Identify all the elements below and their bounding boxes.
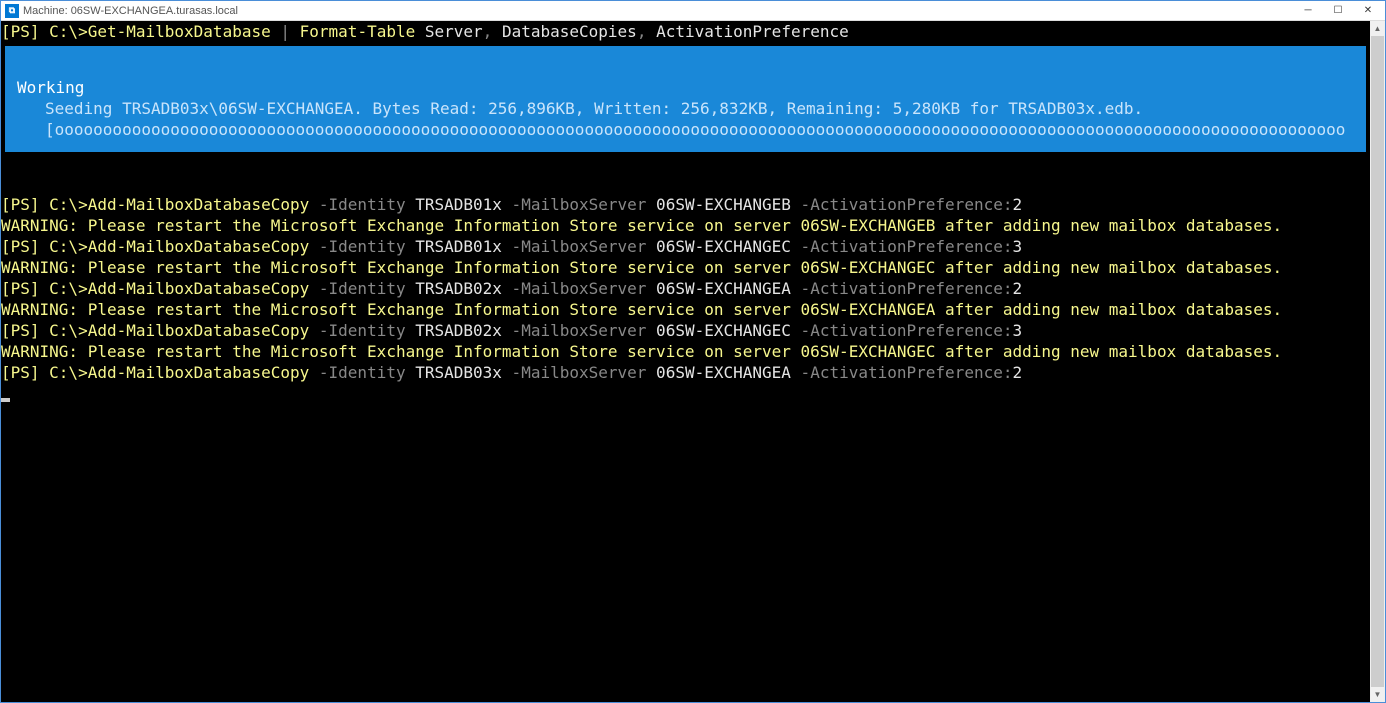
cmdlet: Add-MailboxDatabaseCopy — [88, 237, 310, 256]
progress-title: Working — [17, 77, 1354, 98]
cmd-arg: Server — [415, 22, 482, 41]
ps-prompt: [PS] C:\> — [1, 237, 88, 256]
param: -Identity — [309, 321, 405, 340]
param-value: 2 — [1012, 279, 1022, 298]
param-value: 3 — [1012, 321, 1022, 340]
cmdlet: Add-MailboxDatabaseCopy — [88, 279, 310, 298]
param-value: 06SW-EXCHANGEA — [646, 279, 791, 298]
cmdlet: Add-MailboxDatabaseCopy — [88, 321, 310, 340]
param-value: 2 — [1012, 195, 1022, 214]
scroll-track[interactable] — [1370, 36, 1385, 687]
cmdlet: Add-MailboxDatabaseCopy — [88, 363, 310, 382]
window-title: Machine: 06SW-EXCHANGEA.turasas.local — [23, 5, 1293, 17]
param: -MailboxServer — [502, 363, 647, 382]
ps-prompt: [PS] C:\> — [1, 195, 88, 214]
param-value: 06SW-EXCHANGEC — [646, 237, 791, 256]
cmdlet: Format-Table — [300, 22, 416, 41]
warning-line: WARNING: Please restart the Microsoft Ex… — [1, 342, 1282, 361]
minimize-button[interactable]: ─ — [1293, 2, 1323, 20]
vertical-scrollbar[interactable]: ▲ ▼ — [1370, 21, 1385, 702]
param: -Identity — [309, 279, 405, 298]
maximize-button[interactable]: ☐ — [1323, 2, 1353, 20]
param-value: 2 — [1012, 363, 1022, 382]
progress-panel: WorkingSeeding TRSADB03x\06SW-EXCHANGEA.… — [5, 46, 1366, 152]
powershell-console[interactable]: [PS] C:\>Get-MailboxDatabase | Format-Ta… — [1, 21, 1370, 702]
param: -ActivationPreference: — [791, 363, 1013, 382]
warning-line: WARNING: Please restart the Microsoft Ex… — [1, 258, 1282, 277]
param: -Identity — [309, 363, 405, 382]
param: -ActivationPreference: — [791, 195, 1013, 214]
param-value: TRSADB02x — [406, 279, 502, 298]
console-container: [PS] C:\>Get-MailboxDatabase | Format-Ta… — [1, 21, 1385, 702]
ps-prompt: [PS] C:\> — [1, 22, 88, 41]
cursor — [1, 398, 10, 402]
warning-line: WARNING: Please restart the Microsoft Ex… — [1, 300, 1282, 319]
param: -MailboxServer — [502, 279, 647, 298]
cmd-arg: ActivationPreference — [646, 22, 848, 41]
warning-line: WARNING: Please restart the Microsoft Ex… — [1, 216, 1282, 235]
scroll-up-arrow[interactable]: ▲ — [1370, 21, 1385, 36]
param-value: 06SW-EXCHANGEC — [646, 321, 791, 340]
param-value: 06SW-EXCHANGEB — [646, 195, 791, 214]
progress-status: Seeding TRSADB03x\06SW-EXCHANGEA. Bytes … — [17, 98, 1354, 119]
scroll-thumb[interactable] — [1371, 36, 1384, 687]
param-value: TRSADB01x — [406, 237, 502, 256]
param: -ActivationPreference: — [791, 279, 1013, 298]
param-value: 06SW-EXCHANGEA — [646, 363, 791, 382]
cmd-arg: DatabaseCopies — [492, 22, 637, 41]
pipe: | — [271, 22, 300, 41]
ps-prompt: [PS] C:\> — [1, 363, 88, 382]
param: -MailboxServer — [502, 237, 647, 256]
param-value: TRSADB01x — [406, 195, 502, 214]
param: -ActivationPreference: — [791, 321, 1013, 340]
progress-bar: [ooooooooooooooooooooooooooooooooooooooo… — [17, 119, 1354, 140]
cmdlet: Get-MailboxDatabase — [88, 22, 271, 41]
scroll-down-arrow[interactable]: ▼ — [1370, 687, 1385, 702]
ps-prompt: [PS] C:\> — [1, 279, 88, 298]
command-output: [PS] C:\>Add-MailboxDatabaseCopy -Identi… — [1, 194, 1370, 383]
app-icon: ⧉ — [5, 4, 19, 18]
param: -Identity — [309, 237, 405, 256]
param: -MailboxServer — [502, 195, 647, 214]
cmdlet: Add-MailboxDatabaseCopy — [88, 195, 310, 214]
param-value: TRSADB03x — [406, 363, 502, 382]
param: -Identity — [309, 195, 405, 214]
param-value: TRSADB02x — [406, 321, 502, 340]
param: -MailboxServer — [502, 321, 647, 340]
param-value: 3 — [1012, 237, 1022, 256]
param: -ActivationPreference: — [791, 237, 1013, 256]
window-controls: ─ ☐ ✕ — [1293, 2, 1383, 20]
ps-prompt: [PS] C:\> — [1, 321, 88, 340]
comma: , — [637, 22, 647, 41]
close-button[interactable]: ✕ — [1353, 2, 1383, 20]
window-titlebar: ⧉ Machine: 06SW-EXCHANGEA.turasas.local … — [1, 1, 1385, 21]
comma: , — [483, 22, 493, 41]
